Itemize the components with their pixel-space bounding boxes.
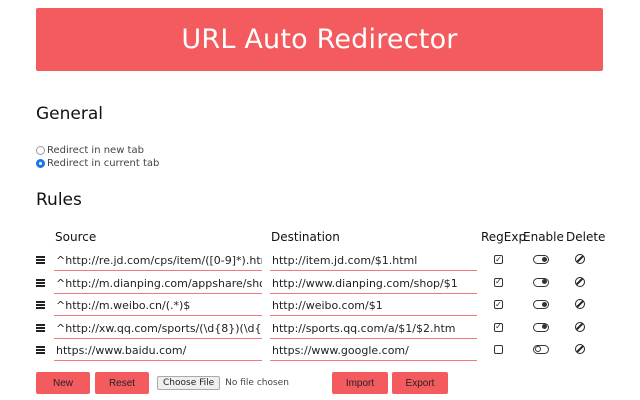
toggle-knob	[542, 324, 547, 329]
reset-button[interactable]: Reset	[95, 372, 149, 394]
rules-section-title: Rules	[36, 190, 82, 210]
delete-icon[interactable]	[575, 254, 585, 264]
destination-input[interactable]: https://www.google.com/	[270, 340, 477, 361]
column-header-delete: Delete	[566, 230, 606, 244]
drag-handle-icon[interactable]	[36, 256, 45, 264]
rule-row: ^http://m.weibo.cn/(.*)$ http://weibo.com…	[36, 295, 606, 317]
radio-button-current-tab[interactable]	[36, 159, 45, 168]
radio-label-current-tab: Redirect in current tab	[47, 158, 160, 169]
drag-handle-icon[interactable]	[36, 301, 45, 309]
regexp-checkbox[interactable]: ✓	[494, 277, 503, 287]
radio-button-new-tab[interactable]	[36, 146, 45, 155]
enable-toggle[interactable]	[533, 255, 549, 264]
file-chooser[interactable]: Choose File No file chosen	[157, 376, 289, 390]
regexp-checkbox[interactable]	[494, 345, 503, 354]
app-title: URL Auto Redirector	[181, 24, 458, 55]
delete-icon[interactable]	[575, 344, 585, 354]
destination-input[interactable]: http://sports.qq.com/a/$1/$2.htm	[270, 318, 477, 339]
source-input[interactable]: ^http://xw.qq.com/sports/(\d{8})(\d{6}	[54, 318, 262, 339]
regexp-checkbox[interactable]: ✓	[494, 255, 503, 264]
column-header-source: Source	[55, 230, 97, 244]
choose-file-button[interactable]: Choose File	[157, 376, 221, 390]
toggle-knob	[542, 279, 547, 284]
new-rule-button[interactable]: New	[36, 372, 90, 394]
column-header-regexp: RegExp	[481, 230, 527, 244]
source-input[interactable]: https://www.baidu.com/	[54, 340, 262, 361]
app-title-banner: URL Auto Redirector	[36, 8, 603, 71]
enable-toggle[interactable]	[533, 300, 549, 309]
destination-input[interactable]: http://weibo.com/$1	[270, 295, 477, 316]
source-input[interactable]: ^http://m.dianping.com/appshare/shop/	[54, 273, 262, 294]
destination-input[interactable]: http://item.jd.com/$1.html	[270, 250, 477, 271]
delete-icon[interactable]	[575, 321, 585, 332]
file-status-text: No file chosen	[225, 378, 289, 388]
regexp-checkbox[interactable]: ✓	[494, 300, 503, 309]
toggle-knob	[542, 301, 547, 307]
drag-handle-icon[interactable]	[36, 278, 45, 287]
source-input[interactable]: ^http://m.weibo.cn/(.*)$	[54, 295, 262, 316]
rule-row: ^http://xw.qq.com/sports/(\d{8})(\d{6} ht…	[36, 318, 606, 340]
import-button[interactable]: Import	[332, 372, 388, 394]
drag-handle-icon[interactable]	[36, 323, 45, 332]
regexp-checkbox[interactable]: ✓	[494, 322, 503, 332]
enable-toggle[interactable]	[533, 322, 549, 332]
destination-input[interactable]: http://www.dianping.com/shop/$1	[270, 273, 477, 294]
column-header-destination: Destination	[271, 230, 340, 244]
export-button[interactable]: Export	[392, 372, 448, 394]
enable-toggle[interactable]	[533, 277, 549, 287]
toggle-knob	[542, 256, 547, 262]
source-input[interactable]: ^http://re.jd.com/cps/item/([0-9]*).htm	[54, 250, 262, 271]
general-section-title: General	[36, 104, 103, 124]
toggle-knob	[535, 345, 541, 352]
enable-toggle[interactable]	[533, 345, 549, 354]
delete-icon[interactable]	[575, 276, 585, 287]
radio-option-new-tab[interactable]: Redirect in new tab	[36, 145, 144, 156]
rule-row: https://www.baidu.com/https://www.google…	[36, 340, 606, 362]
rule-row: ^http://m.dianping.com/appshare/shop/htt…	[36, 273, 606, 295]
radio-label-new-tab: Redirect in new tab	[47, 145, 144, 156]
radio-option-current-tab[interactable]: Redirect in current tab	[36, 158, 159, 169]
delete-icon[interactable]	[575, 299, 585, 309]
drag-handle-icon[interactable]	[36, 346, 45, 354]
rule-row: ^http://re.jd.com/cps/item/([0-9]*).htm h…	[36, 250, 606, 272]
column-header-enable: Enable	[523, 230, 564, 244]
